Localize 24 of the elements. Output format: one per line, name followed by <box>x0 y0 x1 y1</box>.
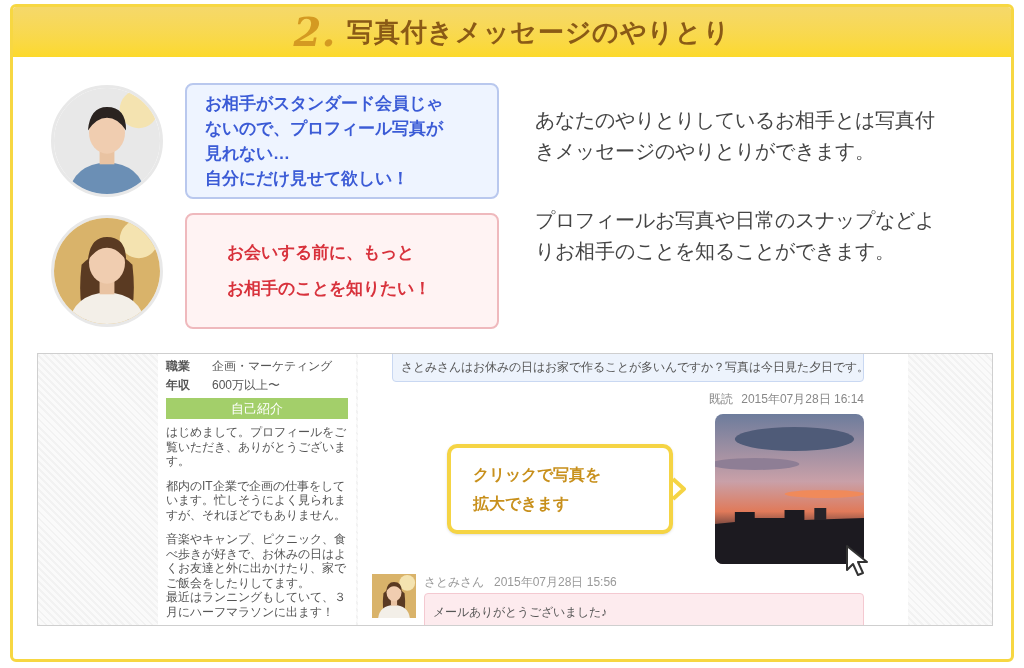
callout-text: クリックで写真を拡大できます <box>473 465 602 514</box>
description-text: プロフィールお写真や日常のスナップなどよりお相手のことを知ることができます。 <box>535 208 936 264</box>
intro-paragraph: 最近はランニングもしていて、３月にハーフマラソンに出ます！ <box>166 590 347 619</box>
description-text: あなたのやりとりしているお相手とは写真付きメッセージのやりとりができます。 <box>535 108 936 164</box>
read-status: 既読 <box>709 391 734 408</box>
timestamp: 2015年07月28日 16:14 <box>741 391 864 408</box>
sender-name: さとみさん <box>424 573 484 591</box>
intro-paragraph: はじめまして。プロフィールをご覧いただき、ありがとうございます。 <box>166 425 347 469</box>
field-label: 職業 <box>166 357 191 375</box>
intro-paragraph: 都内のIT企業で企画の仕事をしています。忙しそうによく見られますが、それほどでもありません。 <box>166 478 347 522</box>
intro-paragraph: 音楽やキャンプ、ピクニック、食べ歩きが好きで、お休みの日はよくお友達と外に出かけたり、家でご飯会をしたりしてます。 <box>166 532 347 590</box>
bubble-text: お相手がスタンダード会員じゃないので、プロフィール写真が見れない… <box>205 93 445 165</box>
section-header: 自己紹介 <box>166 398 348 419</box>
field-label: 年収 <box>166 376 191 394</box>
timestamp: 2015年07月28日 15:56 <box>494 573 617 591</box>
message-text: さとみさんはお休みの日はお家で作ることが多いんですか？写真は今日見た夕日です。 <box>401 359 869 376</box>
bubble-text: お会いする前に、もっと <box>227 242 415 264</box>
section-title: 写真付きメッセージのやりとり <box>347 15 731 49</box>
section-number: 2. <box>293 12 336 52</box>
message-text: メールありがとうございました♪ <box>433 605 607 619</box>
bubble-text: 自分にだけ見せて欲しい！ <box>205 168 410 190</box>
field-value: 600万以上〜 <box>212 376 281 394</box>
bubble-text: お相手のことを知りたい！ <box>227 278 432 300</box>
field-value: 企画・マーケティング <box>212 357 332 375</box>
